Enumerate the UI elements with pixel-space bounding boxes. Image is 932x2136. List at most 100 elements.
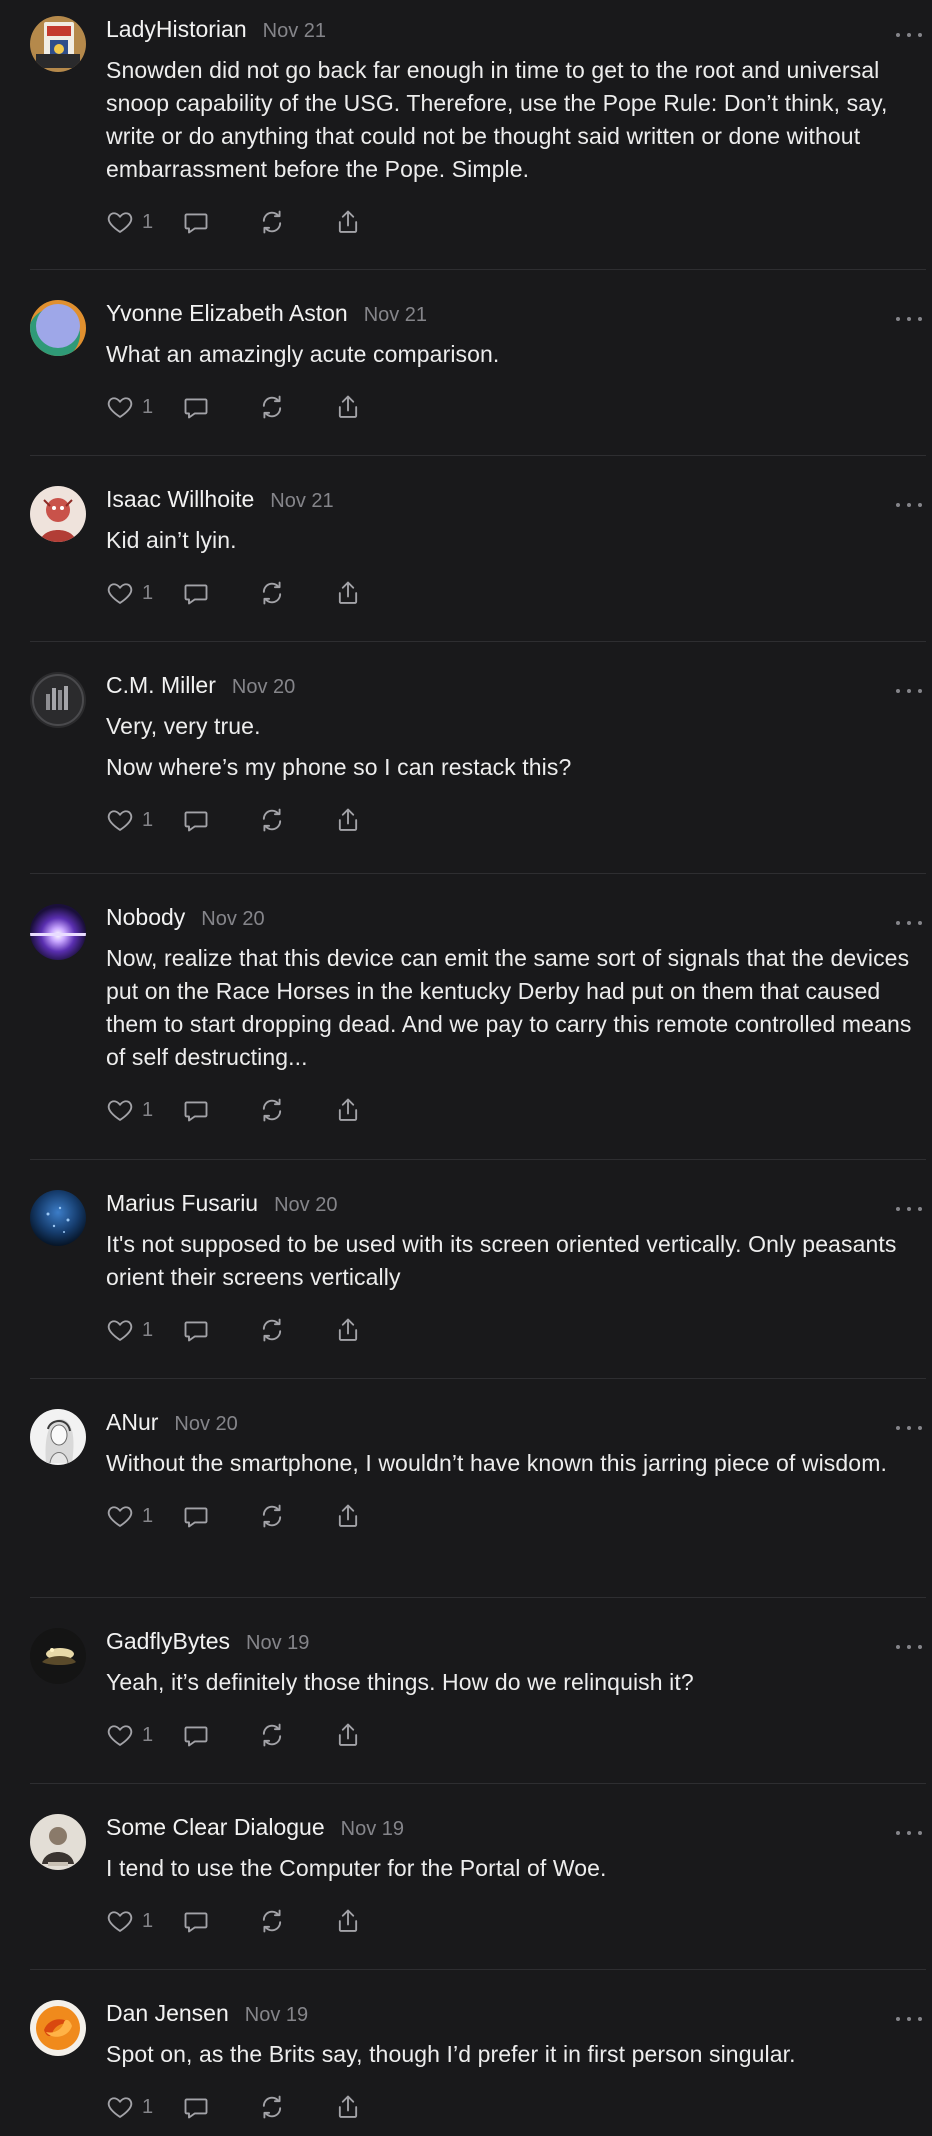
reply-button[interactable] xyxy=(182,1907,258,1935)
reply-button[interactable] xyxy=(182,579,258,607)
restack-button[interactable] xyxy=(258,208,334,236)
more-options-icon[interactable] xyxy=(896,500,922,510)
author-name[interactable]: Dan Jensen xyxy=(106,2000,229,2027)
author-name[interactable]: Isaac Willhoite xyxy=(106,486,254,513)
more-options-icon[interactable] xyxy=(896,314,922,324)
author-name[interactable]: Some Clear Dialogue xyxy=(106,1814,325,1841)
reply-icon xyxy=(184,1507,208,1528)
reply-icon xyxy=(184,811,208,832)
share-button[interactable] xyxy=(334,1907,362,1935)
reply-icon xyxy=(184,2098,208,2119)
reply-icon xyxy=(184,584,208,605)
like-button[interactable]: 1 xyxy=(106,1316,182,1344)
like-button[interactable]: 1 xyxy=(106,393,182,421)
comment-date[interactable]: Nov 19 xyxy=(341,1818,404,1841)
portrait-icon xyxy=(30,1814,86,1870)
gradient-circle-icon xyxy=(30,300,86,356)
comment-actions: 1 xyxy=(106,1498,916,1534)
restack-button[interactable] xyxy=(258,1316,334,1344)
comment-text: What an amazingly acute comparison. xyxy=(106,341,500,367)
reply-button[interactable] xyxy=(182,1721,258,1749)
reply-button[interactable] xyxy=(182,208,258,236)
restack-button[interactable] xyxy=(258,1502,334,1530)
restack-button[interactable] xyxy=(258,1096,334,1124)
share-button[interactable] xyxy=(334,2093,362,2121)
reply-icon xyxy=(184,1912,208,1933)
restack-icon xyxy=(262,1318,282,1342)
more-options-icon[interactable] xyxy=(896,1642,922,1652)
more-options-icon[interactable] xyxy=(896,918,922,928)
reply-button[interactable] xyxy=(182,393,258,421)
avatar[interactable] xyxy=(30,1190,86,1246)
restack-icon xyxy=(262,1504,282,1528)
share-button[interactable] xyxy=(334,1502,362,1530)
comment-date[interactable]: Nov 21 xyxy=(270,490,333,513)
avatar[interactable] xyxy=(30,1409,86,1465)
avatar[interactable] xyxy=(30,904,86,960)
comment-body: Kid ain’t lyin. xyxy=(106,524,916,557)
restack-button[interactable] xyxy=(258,806,334,834)
share-button[interactable] xyxy=(334,1316,362,1344)
restack-button[interactable] xyxy=(258,393,334,421)
like-count: 1 xyxy=(142,1723,154,1746)
comment-actions: 1 xyxy=(106,575,916,611)
restack-button[interactable] xyxy=(258,579,334,607)
restack-button[interactable] xyxy=(258,1721,334,1749)
comment-date[interactable]: Nov 20 xyxy=(174,1413,237,1436)
avatar[interactable] xyxy=(30,1814,86,1870)
reply-button[interactable] xyxy=(182,2093,258,2121)
author-name[interactable]: Marius Fusariu xyxy=(106,1190,258,1217)
more-options-icon[interactable] xyxy=(896,1423,922,1433)
author-name[interactable]: LadyHistorian xyxy=(106,16,247,43)
more-options-icon[interactable] xyxy=(896,1828,922,1838)
like-button[interactable]: 1 xyxy=(106,579,182,607)
more-options-icon[interactable] xyxy=(896,1204,922,1214)
share-button[interactable] xyxy=(334,393,362,421)
share-button[interactable] xyxy=(334,208,362,236)
avatar[interactable] xyxy=(30,672,86,728)
author-name[interactable]: C.M. Miller xyxy=(106,672,216,699)
restack-icon xyxy=(262,1909,282,1933)
comment-date[interactable]: Nov 20 xyxy=(274,1194,337,1217)
like-count: 1 xyxy=(142,210,154,233)
comment: Isaac Willhoite Nov 21 Kid ain’t lyin. 1 xyxy=(0,456,932,642)
like-button[interactable]: 1 xyxy=(106,1096,182,1124)
comment-date[interactable]: Nov 20 xyxy=(201,908,264,931)
more-options-icon[interactable] xyxy=(896,30,922,40)
comment: Dan Jensen Nov 19 Spot on, as the Brits … xyxy=(0,1970,932,2136)
author-name[interactable]: Yvonne Elizabeth Aston xyxy=(106,300,348,327)
author-name[interactable]: Nobody xyxy=(106,904,185,931)
reply-button[interactable] xyxy=(182,1502,258,1530)
like-button[interactable]: 1 xyxy=(106,1502,182,1530)
reply-button[interactable] xyxy=(182,1316,258,1344)
like-button[interactable]: 1 xyxy=(106,1721,182,1749)
avatar[interactable] xyxy=(30,300,86,356)
reply-button[interactable] xyxy=(182,806,258,834)
comment-date[interactable]: Nov 20 xyxy=(232,676,295,699)
avatar[interactable] xyxy=(30,486,86,542)
comment-date[interactable]: Nov 21 xyxy=(263,20,326,43)
like-button[interactable]: 1 xyxy=(106,806,182,834)
share-icon xyxy=(338,1098,358,1121)
author-name[interactable]: ANur xyxy=(106,1409,158,1436)
more-options-icon[interactable] xyxy=(896,686,922,696)
avatar[interactable] xyxy=(30,16,86,72)
avatar[interactable] xyxy=(30,2000,86,2056)
restack-button[interactable] xyxy=(258,2093,334,2121)
comment-actions: 1 xyxy=(106,1312,916,1348)
share-button[interactable] xyxy=(334,806,362,834)
like-button[interactable]: 1 xyxy=(106,2093,182,2121)
share-button[interactable] xyxy=(334,579,362,607)
like-button[interactable]: 1 xyxy=(106,208,182,236)
share-button[interactable] xyxy=(334,1721,362,1749)
author-name[interactable]: GadflyBytes xyxy=(106,1628,230,1655)
like-button[interactable]: 1 xyxy=(106,1907,182,1935)
avatar[interactable] xyxy=(30,1628,86,1684)
reply-button[interactable] xyxy=(182,1096,258,1124)
share-button[interactable] xyxy=(334,1096,362,1124)
more-options-icon[interactable] xyxy=(896,2014,922,2024)
restack-button[interactable] xyxy=(258,1907,334,1935)
comment-date[interactable]: Nov 19 xyxy=(246,1632,309,1655)
comment-date[interactable]: Nov 19 xyxy=(245,2004,308,2027)
comment-date[interactable]: Nov 21 xyxy=(364,304,427,327)
